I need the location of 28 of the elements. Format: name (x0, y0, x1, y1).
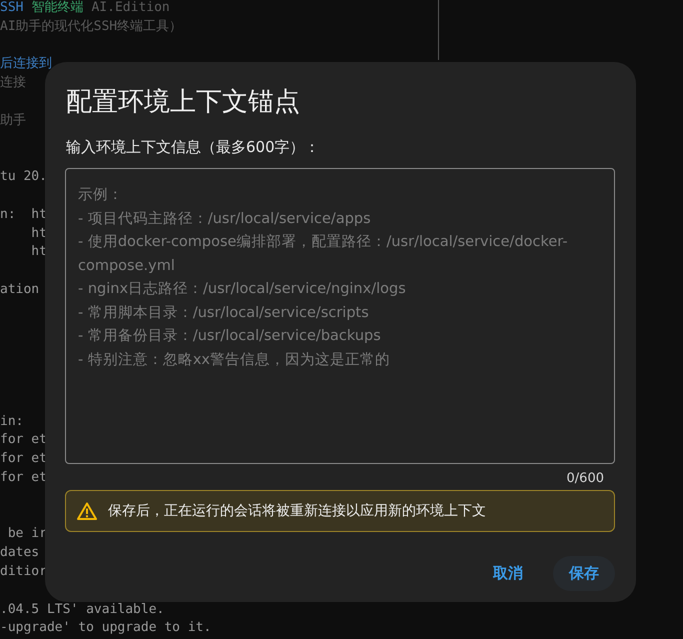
terminal-text: 智能终端 (31, 0, 84, 15)
terminal-text: n: ht (0, 206, 47, 222)
terminal-text: tu 20. (0, 169, 47, 184)
dialog-title: 配置环境上下文锚点 (66, 86, 301, 119)
terminal-text: .04.5 LTS' available. (0, 602, 164, 616)
cancel-button[interactable]: 取消 (477, 556, 539, 591)
terminal-text: ht (30, 244, 47, 260)
save-button[interactable]: 保存 (553, 556, 615, 591)
terminal-text: 连接 (0, 75, 26, 90)
terminal-text: -upgrade' to upgrade to it. (0, 620, 212, 636)
terminal-text: 后连接到 (0, 56, 52, 72)
terminal-text: ation (0, 282, 40, 297)
warning-text: 保存后，正在运行的会话将被重新连接以应用新的环境上下文 (108, 502, 486, 520)
terminal-text: AI.Edition (91, 0, 170, 15)
warning-icon (77, 502, 97, 520)
terminal-text: ditior (0, 564, 47, 579)
terminal-text: 助手 (0, 112, 26, 128)
terminal-text: AI助手的现代化SSH终端工具） (0, 18, 182, 34)
terminal-text: ht (30, 226, 47, 241)
field-label: 输入环境上下文信息（最多600字）： (66, 138, 321, 157)
terminal-text: in: (0, 414, 24, 429)
character-counter: 0/600 (566, 471, 604, 486)
terminal-text: for et (0, 432, 47, 448)
context-input-field[interactable]: 示例： - 项目代码主路径：/usr/local/service/apps - 使用docker-compose编排部署，配置路径：/usr/local/service/docker-compose.yml - nginx日志路径：/usr/local/service/nginx/logs - 常用脚本目录：/usr/local/service/scripts - 常用备份目录：/usr/local/service/backups - 特别注意：忽略xx警告信息，因为这是正常的 (65, 168, 615, 464)
terminal-text: for et (0, 470, 47, 485)
terminal-text: SSH (0, 0, 24, 15)
terminal-text: dates (0, 545, 40, 560)
terminal-text: for et (0, 451, 47, 466)
